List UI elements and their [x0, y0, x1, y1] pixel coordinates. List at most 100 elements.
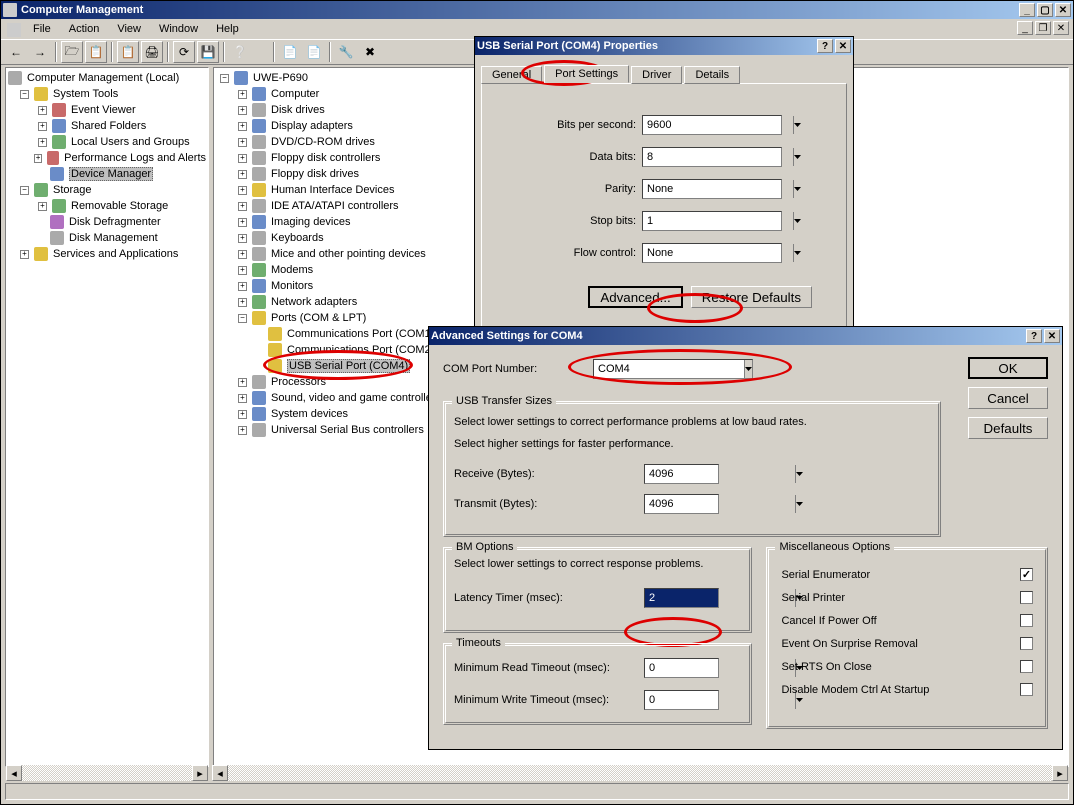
minread-combo[interactable] [644, 658, 719, 678]
bm-group: BM Options Select lower settings to corr… [443, 547, 752, 633]
transmit-label: Transmit (Bytes): [454, 498, 644, 510]
menu-action[interactable]: Action [61, 21, 108, 37]
toolbar-btn-c[interactable]: 🔧 [335, 41, 357, 63]
scope-pane[interactable]: Computer Management (Local) −System Tool… [5, 67, 209, 767]
stopbits-label: Stop bits: [590, 215, 636, 227]
print-button[interactable]: 🖨 [141, 41, 163, 63]
ok-button[interactable]: OK [968, 357, 1048, 379]
toolbar-btn-d[interactable]: ✖ [359, 41, 381, 63]
menu-view[interactable]: View [109, 21, 149, 37]
receive-combo[interactable] [644, 464, 719, 484]
props-close-button[interactable]: ✕ [835, 39, 851, 53]
menu-help[interactable]: Help [208, 21, 247, 37]
stopbits-combo[interactable] [642, 211, 782, 231]
scroll-left-button[interactable]: ◂ [6, 765, 22, 781]
tab-port-settings[interactable]: Port Settings [544, 65, 629, 83]
tab-driver[interactable]: Driver [631, 66, 682, 84]
nav-forward-button[interactable]: → [29, 41, 51, 63]
tree-services-apps[interactable]: +Services and Applications [8, 246, 206, 262]
props-help-button[interactable]: ? [817, 39, 833, 53]
toolbar-btn-b[interactable]: 📄 [303, 41, 325, 63]
tree-local-users[interactable]: +Local Users and Groups [8, 134, 206, 150]
tree-system-tools[interactable]: −System Tools [8, 86, 206, 102]
tree-device-manager[interactable]: Device Manager [8, 166, 206, 182]
toolbar-btn-a[interactable]: 📄 [279, 41, 301, 63]
flow-label: Flow control: [574, 247, 636, 259]
databits-combo[interactable] [642, 147, 782, 167]
tree-event-viewer[interactable]: +Event Viewer [8, 102, 206, 118]
maximize-button[interactable]: ▢ [1037, 3, 1053, 17]
comport-combo[interactable] [593, 359, 753, 379]
adv-help-button[interactable]: ? [1026, 329, 1042, 343]
right-hscroll[interactable]: ◂▸ [212, 765, 1068, 781]
disable-modem-label: Disable Modem Ctrl At Startup [781, 684, 929, 696]
child-close-button[interactable]: ✕ [1053, 21, 1069, 35]
child-restore-button[interactable]: ❐ [1035, 21, 1051, 35]
up-button[interactable]: 🗁 [61, 41, 83, 63]
mdi-icon [7, 23, 21, 37]
compport-label: COM Port Number: [443, 363, 593, 375]
nav-back-button[interactable]: ← [5, 41, 27, 63]
cancel-power-label: Cancel If Power Off [781, 615, 876, 627]
close-button[interactable]: ✕ [1055, 3, 1071, 17]
timeouts-group: Timeouts Minimum Read Timeout (msec): Mi… [443, 643, 752, 725]
surprise-checkbox[interactable] [1020, 637, 1033, 650]
cancel-power-checkbox[interactable] [1020, 614, 1033, 627]
bits-combo[interactable] [642, 115, 782, 135]
latency-combo[interactable] [644, 588, 719, 608]
adv-titlebar: Advanced Settings for COM4 ? ✕ [429, 327, 1062, 345]
window-title: Computer Management [21, 4, 143, 16]
minimize-button[interactable]: _ [1019, 3, 1035, 17]
export-button[interactable]: 💾 [197, 41, 219, 63]
defaults-button[interactable]: Defaults [968, 417, 1048, 439]
main-titlebar: Computer Management _ ▢ ✕ [1, 1, 1073, 19]
restore-defaults-button[interactable]: Restore Defaults [691, 286, 812, 308]
tree-defragmenter[interactable]: Disk Defragmenter [8, 214, 206, 230]
bm-line1: Select lower settings to correct respons… [454, 558, 741, 570]
left-hscroll[interactable]: ◂▸ [6, 765, 208, 781]
app-icon [3, 3, 17, 17]
scroll-right-button-2[interactable]: ▸ [1052, 765, 1068, 781]
advanced-dialog: Advanced Settings for COM4 ? ✕ COM Port … [428, 326, 1063, 750]
bm-group-title: BM Options [452, 541, 517, 553]
parity-combo[interactable] [642, 179, 782, 199]
tab-details[interactable]: Details [684, 66, 740, 84]
surprise-label: Event On Surprise Removal [781, 638, 917, 650]
serial-printer-checkbox[interactable] [1020, 591, 1033, 604]
serial-enum-label: Serial Enumerator [781, 569, 870, 581]
menu-file[interactable]: File [25, 21, 59, 37]
tree-removable-storage[interactable]: +Removable Storage [8, 198, 206, 214]
scroll-left-button-2[interactable]: ◂ [212, 765, 228, 781]
adv-close-button[interactable]: ✕ [1044, 329, 1060, 343]
transmit-combo[interactable] [644, 494, 719, 514]
menu-window[interactable]: Window [151, 21, 206, 37]
help-button[interactable]: ❔ [229, 41, 251, 63]
child-minimize-button[interactable]: _ [1017, 21, 1033, 35]
tree-perf-logs[interactable]: +Performance Logs and Alerts [8, 150, 206, 166]
minread-label: Minimum Read Timeout (msec): [454, 662, 644, 674]
misc-group: Miscellaneous Options Serial Enumerator … [766, 547, 1048, 729]
databits-label: Data bits: [590, 151, 636, 163]
tab-general[interactable]: General [481, 66, 542, 84]
toolbar-btn-2[interactable]: 📋 [85, 41, 107, 63]
tree-shared-folders[interactable]: +Shared Folders [8, 118, 206, 134]
scroll-right-button[interactable]: ▸ [192, 765, 208, 781]
advanced-button[interactable]: Advanced... [588, 286, 682, 308]
toolbar-btn-3[interactable]: 📋 [117, 41, 139, 63]
serial-printer-label: Serial Printer [781, 592, 845, 604]
minwrite-combo[interactable] [644, 690, 719, 710]
bits-label: Bits per second: [557, 119, 636, 131]
serial-enum-checkbox[interactable] [1020, 568, 1033, 581]
usb-line2: Select higher settings for faster perfor… [454, 438, 930, 450]
props-titlebar: USB Serial Port (COM4) Properties ? ✕ [475, 37, 853, 55]
flow-combo[interactable] [642, 243, 782, 263]
usb-group-title: USB Transfer Sizes [452, 395, 556, 407]
rts-checkbox[interactable] [1020, 660, 1033, 673]
tree-root[interactable]: Computer Management (Local) [8, 70, 206, 86]
tree-disk-management[interactable]: Disk Management [8, 230, 206, 246]
disable-modem-checkbox[interactable] [1020, 683, 1033, 696]
usb-group: USB Transfer Sizes Select lower settings… [443, 401, 941, 537]
refresh-button[interactable]: ⟳ [173, 41, 195, 63]
cancel-button[interactable]: Cancel [968, 387, 1048, 409]
tree-storage[interactable]: −Storage [8, 182, 206, 198]
